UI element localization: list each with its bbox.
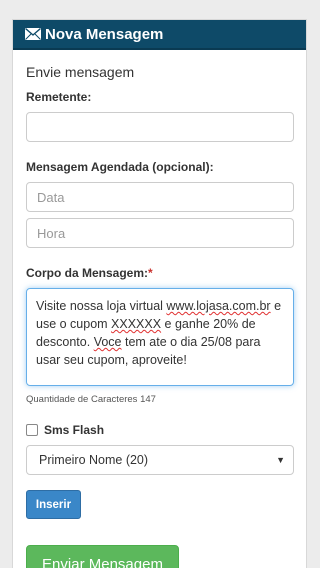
- sms-flash-label: Sms Flash: [44, 423, 105, 437]
- section-title: Envie mensagem: [26, 64, 135, 80]
- corpo-label-text: Corpo da Mensagem:: [26, 266, 149, 280]
- panel-title: Nova Mensagem: [45, 25, 164, 43]
- message-text-coupon: XXXXXX: [111, 317, 162, 331]
- message-text-voce: Voce: [93, 335, 122, 349]
- sms-flash-row: Sms Flash: [26, 423, 293, 437]
- sms-flash-checkbox[interactable]: [26, 424, 38, 436]
- agendada-label: Mensagem Agendada (opcional):: [26, 160, 214, 174]
- required-mark: *: [148, 266, 153, 280]
- data-input[interactable]: Data: [26, 182, 294, 212]
- remetente-input[interactable]: [26, 112, 294, 142]
- chevron-down-icon: ▼: [276, 455, 285, 465]
- send-message-button[interactable]: Enviar Mensagem: [26, 545, 179, 568]
- remetente-label: Remetente:: [26, 90, 92, 104]
- form-body: Envie mensagem Remetente: Mensagem Agend…: [13, 50, 306, 568]
- field-select[interactable]: Primeiro Nome (20) ▼: [26, 445, 294, 475]
- message-text-part: Visite nossa loja virtual: [36, 299, 167, 313]
- message-text-part: !: [183, 353, 187, 367]
- message-text-url: www.lojasa.com.br: [166, 299, 271, 313]
- panel-header: Nova Mensagem: [13, 20, 306, 50]
- envelope-icon: [25, 28, 41, 40]
- corpo-label: Corpo da Mensagem:*: [26, 266, 293, 280]
- hora-input[interactable]: Hora: [26, 218, 294, 248]
- character-counter: Quantidade de Caracteres 147: [26, 394, 156, 405]
- insert-button[interactable]: Inserir: [26, 490, 81, 519]
- message-textarea[interactable]: Visite nossa loja virtual www.lojasa.com…: [26, 288, 294, 386]
- field-select-value: Primeiro Nome (20): [39, 453, 149, 467]
- message-panel: Nova Mensagem Envie mensagem Remetente: …: [12, 19, 307, 568]
- message-text-aproveite: aproveite: [131, 353, 184, 367]
